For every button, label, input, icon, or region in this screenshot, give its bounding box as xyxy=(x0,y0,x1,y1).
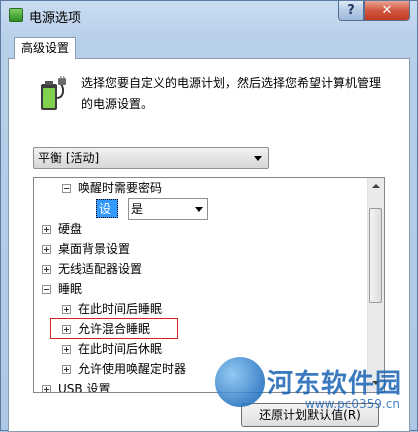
power-options-window: 电源选项 ? ✕ 高级设置 选择您要自定义的电源计划，然后选择您希望计算机管理的… xyxy=(0,0,418,432)
tree-item-label: 在此时间后休眠 xyxy=(78,342,163,356)
expand-icon[interactable] xyxy=(62,345,71,354)
power-plan-value: 平衡 [活动] xyxy=(38,151,100,165)
scroll-down-icon[interactable] xyxy=(368,375,384,392)
chevron-down-icon xyxy=(195,207,203,212)
settings-tree[interactable]: 唤醒时需要密码 设置: 是 硬盘 桌面背景设置 无线适配器设置 睡眠 在此时间后… xyxy=(33,177,385,393)
hybrid-sleep-highlight xyxy=(50,318,178,339)
expand-icon[interactable] xyxy=(62,305,71,314)
tab-advanced-settings[interactable]: 高级设置 xyxy=(14,37,76,59)
expand-icon[interactable] xyxy=(42,245,51,254)
chevron-down-icon xyxy=(254,156,262,161)
tree-item-label: 硬盘 xyxy=(58,222,83,236)
title-bar[interactable]: 电源选项 ? ✕ xyxy=(1,1,417,29)
tree-item-label: 允许使用唤醒定时器 xyxy=(78,362,187,376)
power-plan-select[interactable]: 平衡 [活动] xyxy=(33,147,269,169)
expand-icon[interactable] xyxy=(62,365,71,374)
tree-item-label: 在此时间后睡眠 xyxy=(78,302,163,316)
window-title: 电源选项 xyxy=(29,11,82,26)
collapse-icon[interactable] xyxy=(62,184,71,193)
close-button[interactable]: ✕ xyxy=(364,1,410,21)
battery-plug-icon xyxy=(41,76,66,110)
tree-item-label: 无线适配器设置 xyxy=(58,262,143,276)
tree-item-label: USB 设置 xyxy=(58,382,111,393)
scroll-up-icon[interactable] xyxy=(368,178,384,195)
expand-icon[interactable] xyxy=(42,385,51,392)
tree-item-label: 唤醒时需要密码 xyxy=(78,181,163,195)
tree-item-label: 睡眠 xyxy=(58,282,83,296)
setting-label: 设置: xyxy=(96,199,119,235)
tree-item-label: 桌面背景设置 xyxy=(58,242,131,256)
plan-description: 选择您要自定义的电源计划，然后选择您希望计算机管理的电源设置。 xyxy=(81,76,382,111)
expand-icon[interactable] xyxy=(42,265,51,274)
help-button[interactable]: ? xyxy=(338,1,364,21)
restore-defaults-button[interactable]: 还原计划默认值(R) xyxy=(241,403,379,427)
power-options-icon xyxy=(9,8,23,22)
tree-scrollbar[interactable] xyxy=(367,178,384,392)
expand-icon[interactable] xyxy=(42,225,51,234)
collapse-icon[interactable] xyxy=(42,285,51,294)
setting-value-select[interactable]: 是 xyxy=(128,198,208,220)
scroll-thumb[interactable] xyxy=(369,208,382,303)
setting-value: 是 xyxy=(131,202,144,216)
